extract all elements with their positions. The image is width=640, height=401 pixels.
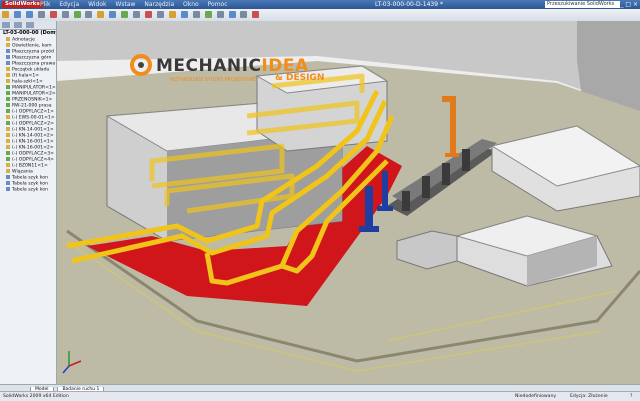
assembly-icon [6, 91, 10, 95]
part-icon [6, 163, 10, 167]
save-icon[interactable] [25, 11, 33, 18]
assembly-icon [6, 121, 10, 125]
assembly-icon[interactable] [97, 11, 105, 18]
explode-icon[interactable] [168, 11, 176, 18]
display-style-icon[interactable] [240, 11, 248, 18]
menu-file[interactable]: Plik [40, 1, 50, 8]
tree-item-label: Płaszczyzna prawa [12, 61, 56, 67]
menu-window[interactable]: Okno [183, 1, 199, 8]
plane-icon [6, 61, 10, 65]
document-title: LT-03-000-00-D-1439 * [375, 1, 443, 8]
view-orientation-icon[interactable] [228, 11, 236, 18]
search-input[interactable]: Przeszukiwanie SolidWorks [545, 1, 620, 8]
tree-item-label: Początek układu [12, 67, 50, 73]
watermark-subtitle: INŻYNIERSKIE STUDIO PROJEKTOWE [170, 78, 257, 83]
tree-item-label: (-) KN-16-001<1> [12, 139, 54, 145]
menu-bar: Plik Edycja Widok Wstaw Narzędzia Okno P… [40, 0, 235, 9]
tree-item-label: Płaszczyzna przód [12, 49, 54, 55]
section-view-icon[interactable] [252, 11, 260, 18]
insert-component-icon[interactable] [109, 11, 117, 18]
tree-item-label: (-) KN-14-001<2> [12, 133, 54, 139]
tree-item-label: (-) KN-14-001<1> [12, 127, 54, 133]
lights-icon [6, 43, 10, 47]
menu-tools[interactable]: Narzędzia [144, 1, 174, 8]
part-icon [6, 139, 10, 143]
plane-icon [6, 55, 10, 59]
part-icon [6, 115, 10, 119]
menu-insert[interactable]: Wstaw [115, 1, 135, 8]
tree-item-label: (f) hala<1> [12, 73, 40, 79]
print-icon[interactable] [37, 11, 45, 18]
interference-icon[interactable] [180, 11, 188, 18]
assembly-icon [6, 157, 10, 161]
configuration-tab-icon[interactable] [25, 22, 34, 28]
solidworks-logo[interactable]: SolidWorks [2, 1, 43, 8]
tree-item-label: Płaszczyzna górn [12, 55, 52, 61]
property-manager-tab-icon[interactable] [13, 22, 22, 28]
title-bar: SolidWorks Plik Edycja Widok Wstaw Narzę… [0, 0, 640, 9]
mate-icon[interactable] [121, 11, 129, 18]
tree-item-label: Tabela szyk kon [12, 187, 49, 193]
tree-item-label: Tabela szyk kon [12, 175, 49, 181]
panel-tabs [0, 21, 56, 30]
menu-view[interactable]: Widok [88, 1, 106, 8]
feature-manager-tab-icon[interactable] [2, 22, 10, 28]
tree-item-label: Wiązania [12, 169, 33, 175]
assembly-icon [6, 109, 10, 113]
logo-circle-icon [130, 54, 152, 76]
tree-item-label: RW-21-000 prasa [12, 103, 52, 109]
zoom-fit-icon[interactable] [192, 11, 200, 18]
select-icon[interactable] [61, 11, 69, 18]
menu-edit[interactable]: Edycja [59, 1, 79, 8]
feature-manager-tree: LT-03-000-00 (Domy Adnotacje Oświetlenie,… [0, 21, 57, 384]
tree-item-label: MANIPULATOR<1> [12, 85, 56, 91]
tree-item-label: (-) BZ0N11<1> [12, 163, 48, 169]
tree-item-label: (-) EWS-00-01<1> [12, 115, 55, 121]
assembly-icon [6, 151, 10, 155]
tree-item[interactable]: Tabela szyk kon [0, 187, 56, 193]
part-icon [6, 133, 10, 137]
smart-fasteners-icon[interactable] [156, 11, 164, 18]
open-icon[interactable] [13, 11, 21, 18]
part-icon [6, 79, 10, 83]
pattern-icon [6, 181, 10, 185]
window-buttons[interactable]: _ □ × [620, 1, 638, 8]
tree-item-label: PRZENOSNIK<1> [12, 97, 53, 103]
tree-item-label: Tabela szyk kon [12, 181, 49, 187]
zoom-area-icon[interactable] [204, 11, 212, 18]
undo-icon[interactable] [49, 11, 57, 18]
part-icon [6, 73, 10, 77]
origin-icon [6, 67, 10, 71]
graphics-area[interactable]: MECHANICIDEA INŻYNIERSKIE STUDIO PROJEKT… [57, 21, 640, 384]
options-icon[interactable] [85, 11, 93, 18]
tree-root[interactable]: LT-03-000-00 (Domy [0, 30, 56, 37]
tree-item-label: (-) ODPYLACZ<4> [12, 157, 55, 163]
tree-item-label: (-) ODPYLACZ<1> [12, 109, 55, 115]
tree-item-label: (-) ODPYLACZ<2> [12, 121, 55, 127]
tree-item-label: (-) ODPYLACZ<3> [12, 151, 55, 157]
rotate-view-icon[interactable] [216, 11, 224, 18]
watermark-design: & DESIGN [275, 73, 325, 83]
assembly-icon [6, 85, 10, 89]
assembly-icon [6, 103, 10, 107]
tree-item-label: Oświetlenie, kam [12, 43, 52, 49]
annotation-icon [6, 37, 10, 41]
rotate-component-icon[interactable] [145, 11, 153, 18]
new-icon[interactable] [2, 11, 9, 18]
part-icon [6, 127, 10, 131]
tree-item-label: hala-szkl<1> [12, 79, 43, 85]
tree-item-label: (-) KN-16-001<2> [12, 145, 54, 151]
move-component-icon[interactable] [133, 11, 141, 18]
mates-icon [6, 169, 10, 173]
tree-item-label: Adnotacje [12, 37, 35, 43]
menu-help[interactable]: Pomoc [208, 1, 228, 8]
pattern-icon [6, 175, 10, 179]
pattern-icon [6, 187, 10, 191]
rebuild-icon[interactable] [73, 11, 81, 18]
tree-item-label: MANIPULATOR<2> [12, 91, 56, 97]
assembly-icon [6, 97, 10, 101]
plane-icon [6, 49, 10, 53]
part-icon [6, 145, 10, 149]
